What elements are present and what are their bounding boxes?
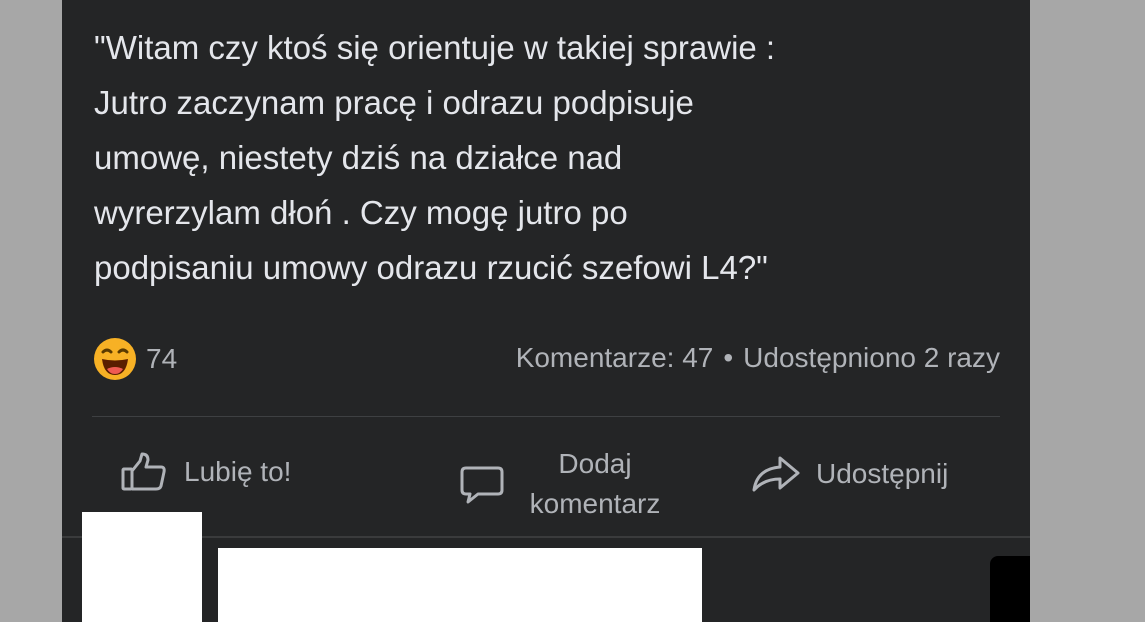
post-actions-bar: Lubię to! Dodaj komentarz Udostępnij (92, 436, 1000, 526)
share-arrow-icon (750, 454, 802, 494)
like-button[interactable]: Lubię to! (120, 452, 291, 492)
divider (92, 416, 1000, 417)
like-label: Lubię to! (184, 456, 292, 487)
share-label: Udostępnij (816, 458, 949, 489)
comment-bubble-icon (460, 463, 504, 505)
comment-label: Dodaj komentarz (529, 448, 661, 519)
post-card: "Witam czy ktoś się orientuje w takiej s… (62, 0, 1030, 622)
post-stats-bar: 74 Komentarze: 47 • Udostępniono 2 razy (92, 334, 1000, 382)
haha-emoji-icon (92, 336, 138, 382)
section-divider (62, 536, 1030, 538)
redacted-corner-block (990, 556, 1030, 622)
engagement-counts: Komentarze: 47 • Udostępniono 2 razy (516, 342, 1000, 374)
shares-count-link[interactable]: Udostępniono 2 razy (743, 342, 1000, 373)
post-body-text: "Witam czy ktoś się orientuje w takiej s… (94, 29, 776, 286)
reaction-count: 74 (146, 343, 178, 374)
thumbs-up-icon (120, 452, 168, 492)
comment-button[interactable]: Dodaj komentarz (460, 444, 680, 524)
redacted-avatar-block (82, 512, 202, 622)
share-button[interactable]: Udostępnij (750, 454, 948, 494)
reaction-summary[interactable]: 74 (92, 336, 177, 382)
comments-count-link[interactable]: Komentarze: 47 (516, 342, 714, 373)
redacted-comment-block (218, 548, 702, 622)
separator-dot: • (723, 342, 734, 373)
